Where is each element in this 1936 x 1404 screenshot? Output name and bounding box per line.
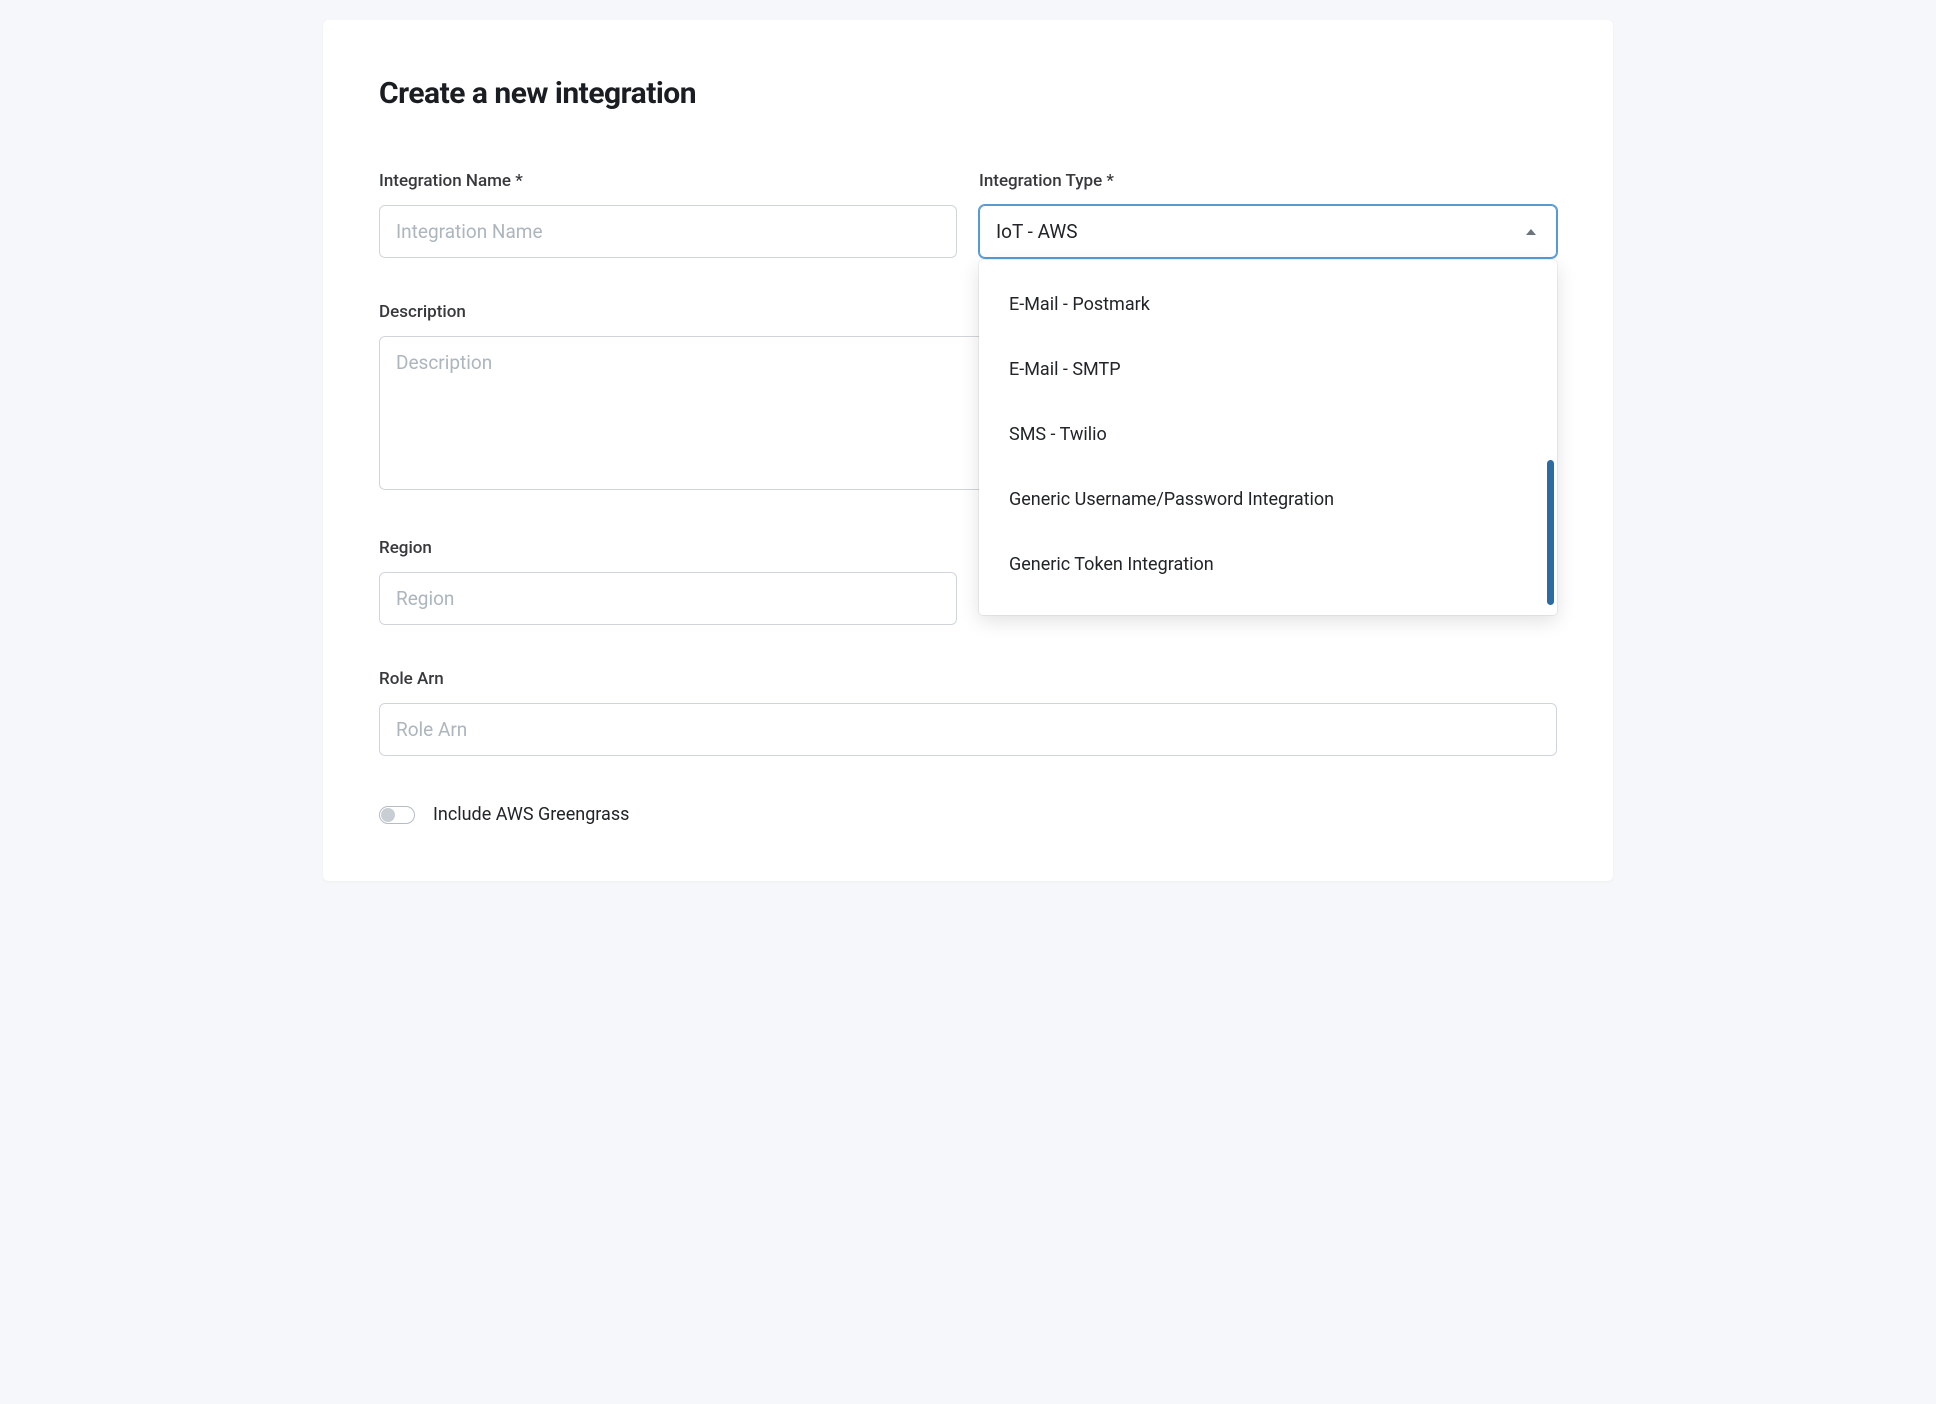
greengrass-toggle-row: Include AWS Greengrass xyxy=(379,804,1557,825)
field-integration-type: Integration Type * IoT - AWS E-Mail - Po… xyxy=(979,171,1557,258)
greengrass-toggle[interactable] xyxy=(379,806,415,824)
field-rolearn: Role Arn xyxy=(379,669,1557,756)
dropdown-option[interactable]: E-Mail - SMTP xyxy=(979,337,1557,402)
integration-name-input[interactable] xyxy=(379,205,957,258)
integration-form-card: Create a new integration Integration Nam… xyxy=(323,20,1613,881)
scrollbar-thumb[interactable] xyxy=(1547,460,1554,605)
page-title: Create a new integration xyxy=(379,76,1557,111)
rolearn-label: Role Arn xyxy=(379,669,1557,689)
form-row-name-type: Integration Name * Integration Type * Io… xyxy=(379,171,1557,258)
integration-name-label: Integration Name * xyxy=(379,171,957,191)
region-label: Region xyxy=(379,538,957,558)
integration-type-selected-value: IoT - AWS xyxy=(996,220,1078,243)
integration-type-label: Integration Type * xyxy=(979,171,1557,191)
rolearn-input[interactable] xyxy=(379,703,1557,756)
greengrass-toggle-label: Include AWS Greengrass xyxy=(433,804,629,825)
form-row-rolearn: Role Arn xyxy=(379,669,1557,756)
field-integration-name: Integration Name * xyxy=(379,171,957,258)
chevron-up-icon xyxy=(1526,229,1536,235)
dropdown-option[interactable]: SMS - Twilio xyxy=(979,402,1557,467)
dropdown-option[interactable]: E-Mail - Postmark xyxy=(979,272,1557,337)
dropdown-option[interactable]: Generic Token Integration xyxy=(979,532,1557,597)
field-region: Region xyxy=(379,538,957,625)
region-input[interactable] xyxy=(379,572,957,625)
toggle-knob xyxy=(381,808,395,822)
integration-type-select[interactable]: IoT - AWS xyxy=(979,205,1557,258)
integration-type-dropdown: E-Mail - Postmark E-Mail - SMTP SMS - Tw… xyxy=(979,260,1557,615)
dropdown-option[interactable]: Generic Username/Password Integration xyxy=(979,467,1557,532)
